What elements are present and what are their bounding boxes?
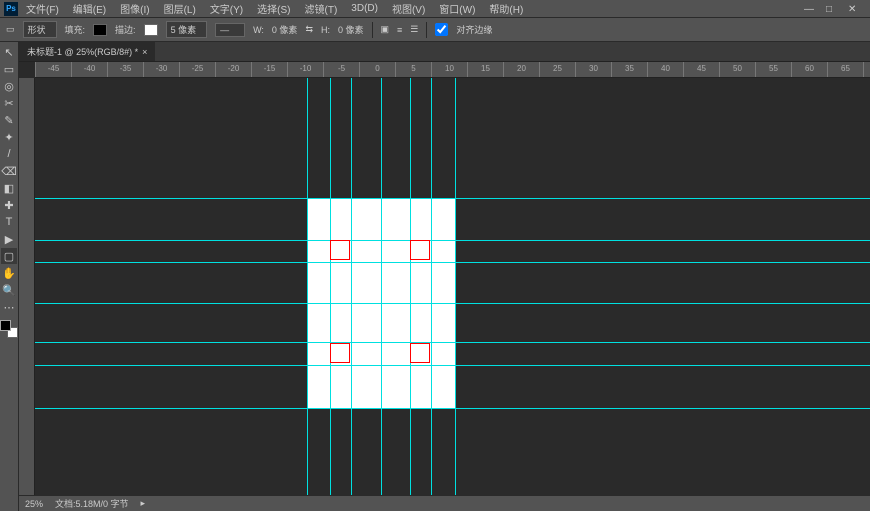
menu-edit[interactable]: 编辑(E) [67, 1, 112, 16]
menu-type[interactable]: 文字(Y) [204, 1, 249, 16]
eyedropper-tool[interactable]: ✎ [1, 112, 17, 128]
shape-outline[interactable] [410, 240, 430, 260]
h-value[interactable]: 0 像素 [338, 23, 364, 36]
guide-h[interactable] [35, 365, 870, 366]
guide-v[interactable] [410, 78, 411, 495]
zoom-level[interactable]: 25% [25, 499, 43, 509]
crop-tool[interactable]: ✂ [1, 95, 17, 111]
document-tabs: 未标题-1 @ 25%(RGB/8#) * × [19, 42, 870, 62]
menu-3d[interactable]: 3D(D) [345, 3, 384, 14]
doc-tab-title: 未标题-1 @ 25%(RGB/8#) * [27, 45, 138, 58]
tool-icon: ▭ [6, 24, 15, 35]
lasso-tool[interactable]: ◎ [1, 78, 17, 94]
arrange-icon[interactable]: ☰ [410, 24, 418, 35]
guide-v[interactable] [455, 78, 456, 495]
hand-tool[interactable]: ✋ [1, 265, 17, 281]
guide-v[interactable] [330, 78, 331, 495]
pen-tool[interactable]: ✚ [1, 197, 17, 213]
menu-layer[interactable]: 图层(L) [158, 1, 202, 16]
w-value[interactable]: 0 像素 [272, 23, 298, 36]
guide-h[interactable] [35, 198, 870, 199]
shape-mode-dropdown[interactable]: 形状 [23, 21, 57, 38]
guide-h[interactable] [35, 262, 870, 263]
menu-window[interactable]: 窗口(W) [433, 1, 481, 16]
align-edges-label: 对齐边缘 [456, 23, 492, 36]
menu-image[interactable]: 图像(I) [114, 1, 155, 16]
fill-swatch[interactable] [93, 24, 107, 36]
marquee-tool[interactable]: ▭ [1, 61, 17, 77]
more-tools[interactable]: ⋯ [1, 299, 17, 315]
guide-h[interactable] [35, 240, 870, 241]
brush-tool[interactable]: / [1, 146, 17, 162]
align-icon[interactable]: ≡ [397, 25, 402, 35]
guide-h[interactable] [35, 303, 870, 304]
path-select-tool[interactable]: ▶ [1, 231, 17, 247]
status-bar: 25% 文档:5.18M/0 字节 ▸ [19, 495, 870, 511]
menu-select[interactable]: 选择(S) [251, 1, 296, 16]
app-logo: Ps [4, 2, 18, 16]
h-label: H: [321, 25, 330, 35]
menu-filter[interactable]: 滤镜(T) [299, 1, 344, 16]
zoom-tool[interactable]: 🔍 [1, 282, 17, 298]
type-tool[interactable]: T [1, 214, 17, 230]
eraser-tool[interactable]: ⌫ [1, 163, 17, 179]
guide-v[interactable] [351, 78, 352, 495]
shape-outline[interactable] [410, 343, 430, 363]
w-label: W: [253, 25, 264, 35]
options-bar: ▭ 形状 填充: 描边: 5 像素 — W: 0 像素 ⇆ H: 0 像素 ▣ … [0, 18, 870, 42]
shape-outline[interactable] [330, 343, 350, 363]
link-icon[interactable]: ⇆ [305, 24, 313, 35]
menu-file[interactable]: 文件(F) [20, 1, 65, 16]
minimize-button[interactable]: — [804, 4, 814, 14]
align-edges-checkbox[interactable] [435, 23, 448, 36]
guide-v[interactable] [431, 78, 432, 495]
foreground-color[interactable] [0, 320, 11, 331]
menubar: Ps 文件(F) 编辑(E) 图像(I) 图层(L) 文字(Y) 选择(S) 滤… [0, 0, 870, 18]
guide-v[interactable] [307, 78, 308, 495]
path-ops-icon[interactable]: ▣ [381, 24, 390, 35]
fill-label: 填充: [65, 23, 86, 36]
close-tab-icon[interactable]: × [142, 47, 147, 57]
guide-h[interactable] [35, 408, 870, 409]
shape-outline[interactable] [330, 240, 350, 260]
move-tool[interactable]: ↖ [1, 44, 17, 60]
guide-h[interactable] [35, 342, 870, 343]
close-button[interactable]: ✕ [848, 4, 858, 14]
horizontal-ruler: -45-40-35-30-25-20-15-10-505101520253035… [35, 62, 870, 78]
color-swatches[interactable] [0, 320, 18, 338]
doc-info[interactable]: 文档:5.18M/0 字节 [55, 497, 129, 510]
healing-tool[interactable]: ✦ [1, 129, 17, 145]
stroke-style[interactable]: — [215, 23, 245, 37]
toolbox: ↖ ▭ ◎ ✂ ✎ ✦ / ⌫ ◧ ✚ T ▶ ▢ ✋ 🔍 ⋯ [0, 42, 19, 511]
gradient-tool[interactable]: ◧ [1, 180, 17, 196]
menu-view[interactable]: 视图(V) [386, 1, 431, 16]
vertical-ruler [19, 78, 35, 495]
stroke-label: 描边: [115, 23, 136, 36]
stroke-width[interactable]: 5 像素 [166, 21, 208, 38]
stroke-swatch[interactable] [144, 24, 158, 36]
maximize-button[interactable]: □ [826, 4, 836, 14]
doc-tab[interactable]: 未标题-1 @ 25%(RGB/8#) * × [19, 42, 155, 61]
rectangle-tool[interactable]: ▢ [1, 248, 17, 264]
menu-help[interactable]: 帮助(H) [483, 1, 529, 16]
canvas[interactable] [35, 78, 870, 495]
info-chevron-icon[interactable]: ▸ [141, 498, 146, 509]
guide-v[interactable] [381, 78, 382, 495]
